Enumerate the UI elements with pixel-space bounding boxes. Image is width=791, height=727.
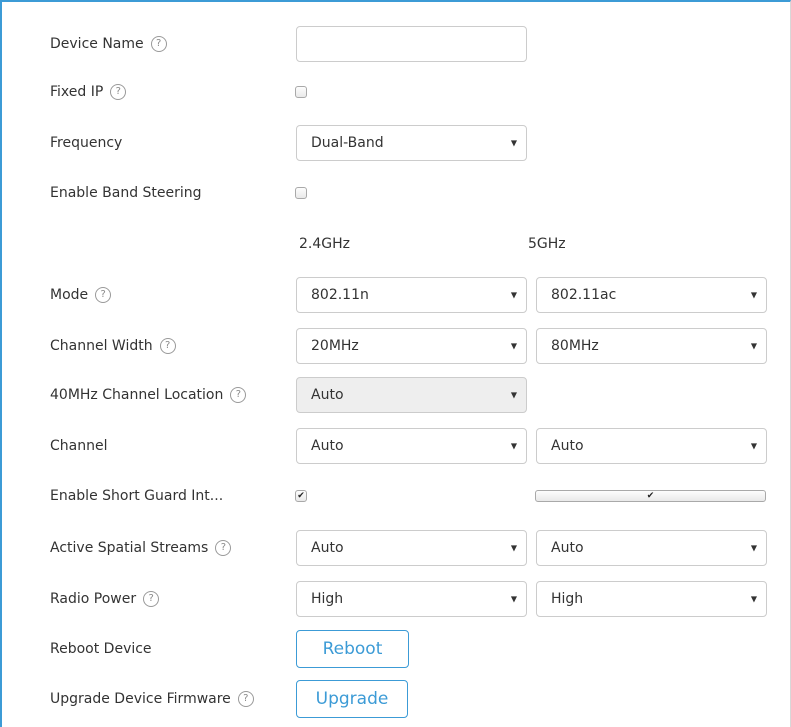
- upgrade-label-text: Upgrade Device Firmware: [50, 691, 231, 707]
- channel-location-value: Auto: [311, 387, 344, 403]
- mode-24ghz-value: 802.11n: [311, 287, 369, 303]
- chevron-down-icon: ▼: [510, 441, 517, 451]
- help-icon[interactable]: ?: [230, 387, 247, 403]
- short-guard-24ghz-checkbox[interactable]: ✔: [295, 490, 307, 502]
- row-channel-width: Channel Width ? 20MHz ▼ 80MHz ▼: [2, 321, 790, 371]
- radio-power-label: Radio Power ?: [50, 591, 160, 607]
- row-reboot: Reboot Device Reboot: [2, 624, 790, 674]
- radio-power-24ghz-value: High: [311, 591, 344, 607]
- upgrade-button[interactable]: Upgrade: [296, 680, 408, 718]
- help-icon[interactable]: ?: [237, 691, 254, 707]
- channel-width-5ghz-select[interactable]: 80MHz ▼: [536, 328, 767, 364]
- chevron-down-icon: ▼: [750, 543, 757, 553]
- row-band-steering: Enable Band Steering: [2, 168, 790, 218]
- row-short-guard: Enable Short Guard Int... ✔ ✔: [2, 471, 790, 521]
- chevron-down-icon: ▼: [510, 138, 517, 148]
- spatial-streams-5ghz-value: Auto: [551, 540, 584, 556]
- channel-24ghz-select[interactable]: Auto ▼: [296, 428, 527, 464]
- frequency-select-value: Dual-Band: [311, 135, 384, 151]
- help-icon[interactable]: ?: [110, 84, 127, 100]
- radio-power-5ghz-select[interactable]: High ▼: [536, 581, 767, 617]
- radio-power-5ghz-value: High: [551, 591, 584, 607]
- band-5ghz-header: 5GHz: [528, 236, 566, 252]
- chevron-down-icon: ▼: [750, 441, 757, 451]
- mode-5ghz-value: 802.11ac: [551, 287, 617, 303]
- spatial-streams-label-text: Active Spatial Streams: [50, 540, 209, 556]
- row-channel-location: 40MHz Channel Location ? Auto ▼: [2, 370, 790, 420]
- chevron-down-icon: ▼: [750, 290, 757, 300]
- mode-24ghz-select[interactable]: 802.11n ▼: [296, 277, 527, 313]
- channel-label: Channel: [50, 438, 107, 454]
- channel-5ghz-value: Auto: [551, 438, 584, 454]
- frequency-select[interactable]: Dual-Band ▼: [296, 125, 527, 161]
- row-frequency: Frequency Dual-Band ▼: [2, 118, 790, 168]
- channel-width-24ghz-select[interactable]: 20MHz ▼: [296, 328, 527, 364]
- mode-label-text: Mode: [50, 287, 89, 303]
- device-config-panel: Device Name ? Fixed IP ? Frequency Dual-…: [0, 0, 791, 727]
- help-icon[interactable]: ?: [95, 287, 112, 303]
- chevron-down-icon: ▼: [750, 341, 757, 351]
- band-steering-label: Enable Band Steering: [50, 185, 202, 201]
- channel-width-label-text: Channel Width: [50, 338, 153, 354]
- band-24ghz-header: 2.4GHz: [299, 236, 350, 252]
- reboot-label-text: Reboot Device: [50, 641, 152, 657]
- spatial-streams-5ghz-select[interactable]: Auto ▼: [536, 530, 767, 566]
- upgrade-label: Upgrade Device Firmware ?: [50, 691, 254, 707]
- chevron-down-icon: ▼: [750, 594, 757, 604]
- device-name-input[interactable]: [296, 26, 527, 62]
- row-channel: Channel Auto ▼ Auto ▼: [2, 421, 790, 471]
- row-mode: Mode ? 802.11n ▼ 802.11ac ▼: [2, 270, 790, 320]
- row-radio-power: Radio Power ? High ▼ High ▼: [2, 574, 790, 624]
- channel-24ghz-value: Auto: [311, 438, 344, 454]
- mode-label: Mode ?: [50, 287, 112, 303]
- channel-location-label: 40MHz Channel Location ?: [50, 387, 247, 403]
- channel-location-select: Auto ▼: [296, 377, 527, 413]
- spatial-streams-label: Active Spatial Streams ?: [50, 540, 232, 556]
- row-fixed-ip: Fixed IP ?: [2, 67, 790, 117]
- short-guard-label-text: Enable Short Guard Int...: [50, 488, 224, 504]
- spatial-streams-24ghz-select[interactable]: Auto ▼: [296, 530, 527, 566]
- fixed-ip-checkbox[interactable]: [295, 86, 307, 98]
- channel-width-5ghz-value: 80MHz: [551, 338, 599, 354]
- fixed-ip-label-text: Fixed IP: [50, 84, 104, 100]
- chevron-down-icon: ▼: [510, 594, 517, 604]
- channel-label-text: Channel: [50, 438, 108, 454]
- help-icon[interactable]: ?: [159, 338, 176, 354]
- row-spatial-streams: Active Spatial Streams ? Auto ▼ Auto ▼: [2, 523, 790, 573]
- chevron-down-icon: ▼: [510, 290, 517, 300]
- row-device-name: Device Name ?: [2, 19, 790, 69]
- help-icon[interactable]: ?: [143, 591, 160, 607]
- frequency-label-text: Frequency: [50, 135, 123, 151]
- chevron-down-icon: ▼: [510, 341, 517, 351]
- row-upgrade: Upgrade Device Firmware ? Upgrade: [2, 674, 790, 724]
- help-icon[interactable]: ?: [150, 36, 167, 52]
- fixed-ip-label: Fixed IP ?: [50, 84, 127, 100]
- channel-5ghz-select[interactable]: Auto ▼: [536, 428, 767, 464]
- channel-width-24ghz-value: 20MHz: [311, 338, 359, 354]
- radio-power-24ghz-select[interactable]: High ▼: [296, 581, 527, 617]
- frequency-label: Frequency: [50, 135, 122, 151]
- reboot-button[interactable]: Reboot: [296, 630, 409, 668]
- channel-location-label-text: 40MHz Channel Location: [50, 387, 224, 403]
- short-guard-5ghz-checkbox[interactable]: ✔: [535, 490, 766, 502]
- device-name-label: Device Name ?: [50, 36, 167, 52]
- spatial-streams-24ghz-value: Auto: [311, 540, 344, 556]
- short-guard-label: Enable Short Guard Int...: [50, 488, 223, 504]
- channel-width-label: Channel Width ?: [50, 338, 176, 354]
- help-icon[interactable]: ?: [215, 540, 232, 556]
- device-name-label-text: Device Name: [50, 36, 144, 52]
- reboot-label: Reboot Device: [50, 641, 152, 657]
- chevron-down-icon: ▼: [510, 390, 517, 400]
- mode-5ghz-select[interactable]: 802.11ac ▼: [536, 277, 767, 313]
- band-steering-checkbox[interactable]: [295, 187, 307, 199]
- row-band-headers: 2.4GHz 5GHz: [2, 219, 790, 269]
- band-steering-label-text: Enable Band Steering: [50, 185, 202, 201]
- chevron-down-icon: ▼: [510, 543, 517, 553]
- radio-power-label-text: Radio Power: [50, 591, 137, 607]
